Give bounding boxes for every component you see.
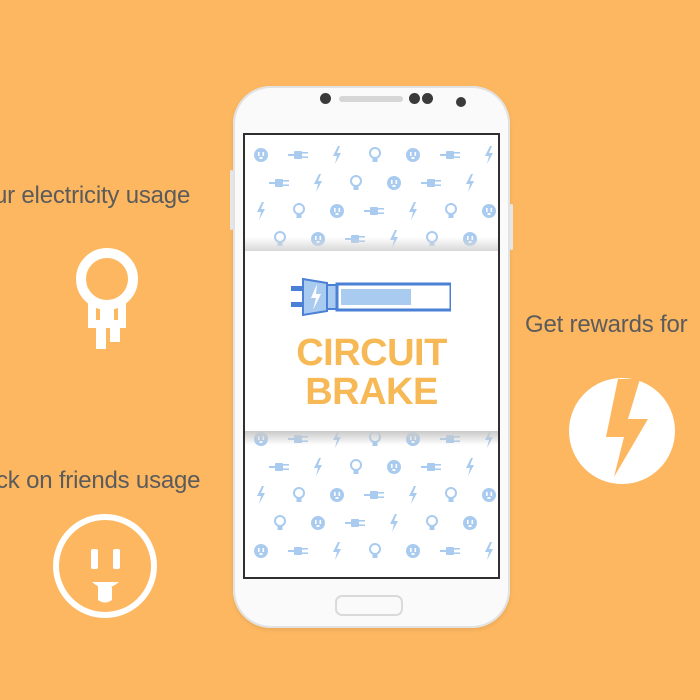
outlet-icon <box>330 488 344 502</box>
plug-icon <box>421 179 441 187</box>
bolt-icon <box>466 174 474 192</box>
plug-icon <box>288 547 308 555</box>
lightning-bolt-icon <box>569 378 675 484</box>
bulb-icon <box>445 203 457 218</box>
plug-icon <box>269 179 289 187</box>
outlet-icon <box>406 544 420 558</box>
app-title-line1: CIRCUIT <box>296 332 447 374</box>
outlet-icon <box>254 148 268 162</box>
sensor-dot <box>422 93 433 104</box>
proximity-sensor <box>320 93 331 104</box>
bolt-icon <box>409 486 417 504</box>
outlet-icon <box>387 460 401 474</box>
smiling-outlet-icon <box>53 514 157 618</box>
bolt-icon <box>333 542 341 560</box>
feature-caption-rewards: Get rewards for <box>525 311 688 338</box>
splash-banner: CIRCUIT BRAKE <box>245 251 498 431</box>
app-title-line2: BRAKE <box>305 371 438 413</box>
bolt-icon <box>390 514 398 532</box>
banner-shadow-top <box>245 237 498 251</box>
bulb-icon <box>293 487 305 502</box>
plug-icon <box>440 547 460 555</box>
plug-icon <box>421 463 441 471</box>
outlet-icon <box>254 544 268 558</box>
plug-battery-icon <box>291 277 451 317</box>
front-camera <box>456 97 466 107</box>
bulb-icon <box>369 543 381 558</box>
feature-caption-friends: ck on friends usage <box>0 467 201 494</box>
bolt-icon <box>314 174 322 192</box>
app-screen: CIRCUIT BRAKE <box>243 133 500 579</box>
bolt-icon <box>257 486 265 504</box>
power-button <box>510 204 513 250</box>
phone-device: CIRCUIT BRAKE <box>230 86 513 628</box>
bulb-icon <box>293 203 305 218</box>
bulb-icon <box>274 515 286 530</box>
bulb-icon <box>445 487 457 502</box>
bolt-icon <box>314 458 322 476</box>
bolt-icon <box>466 458 474 476</box>
lightbulb-icon <box>76 248 138 349</box>
outlet-icon <box>330 204 344 218</box>
plug-icon <box>364 491 384 499</box>
bolt-icon <box>485 146 493 164</box>
plug-icon <box>269 463 289 471</box>
bulb-icon <box>426 515 438 530</box>
outlet-icon <box>406 148 420 162</box>
home-button[interactable] <box>335 595 403 616</box>
bolt-icon <box>409 202 417 220</box>
bolt-icon <box>257 202 265 220</box>
outlet-icon <box>463 516 477 530</box>
promo-background: ur electricity usage ck on friends usage… <box>0 0 700 700</box>
outlet-icon <box>482 488 496 502</box>
banner-shadow-bottom <box>245 431 498 445</box>
plug-icon <box>345 519 365 527</box>
outlet-icon <box>387 176 401 190</box>
earpiece-speaker <box>339 96 403 102</box>
bolt-icon <box>485 542 493 560</box>
outlet-icon <box>482 204 496 218</box>
bulb-icon <box>350 175 362 190</box>
bolt-icon <box>333 146 341 164</box>
plug-icon <box>364 207 384 215</box>
bulb-icon <box>350 459 362 474</box>
plug-icon <box>288 151 308 159</box>
feature-caption-usage: ur electricity usage <box>0 182 191 209</box>
plug-icon <box>440 151 460 159</box>
volume-button <box>230 170 233 230</box>
bulb-icon <box>369 147 381 162</box>
sensor-dot <box>409 93 420 104</box>
outlet-icon <box>311 516 325 530</box>
